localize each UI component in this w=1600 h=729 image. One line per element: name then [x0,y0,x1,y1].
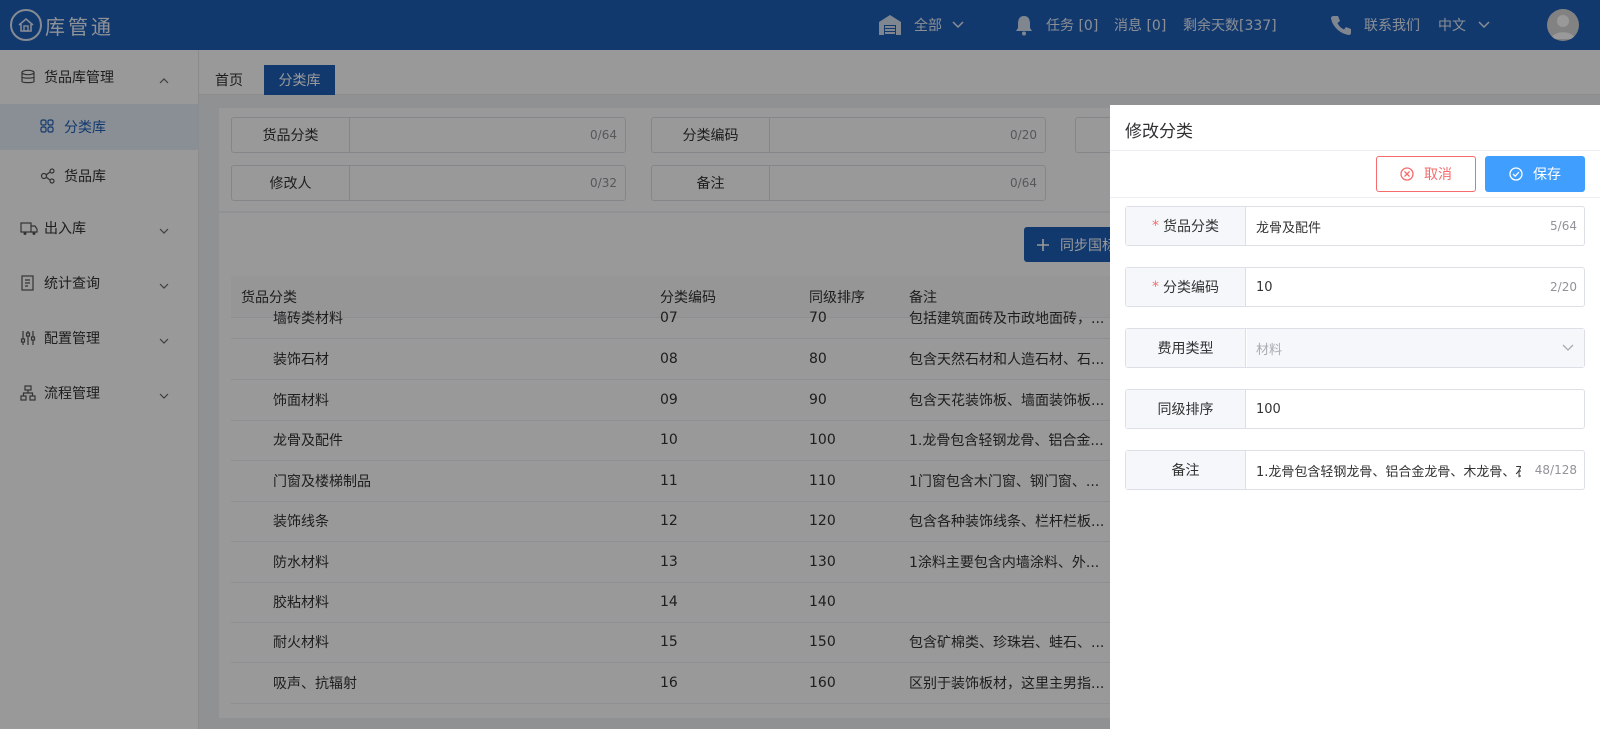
cost-type-select[interactable]: 材料 [1256,329,1282,367]
sibling-sort-field[interactable]: 同级排序 100 [1125,389,1585,429]
chevron-down-icon [1562,344,1574,352]
drawer-title: 修改分类 [1125,122,1193,142]
save-button[interactable]: 保存 [1485,156,1585,192]
field-label: * 分类编码 [1126,268,1246,306]
disabled-background [1247,329,1584,367]
field-label: 备注 [1126,451,1246,489]
remark-field[interactable]: 备注 1.龙骨包含轻钢龙骨、铝合金龙骨、木龙骨、石膏 48/128 [1125,450,1585,490]
char-count: 48/128 [1530,463,1577,477]
cost-type-field[interactable]: 费用类型 材料 [1125,328,1585,368]
char-count: 2/20 [1546,280,1577,294]
divider [1110,197,1600,198]
close-circle-icon [1400,167,1414,181]
required-mark: * [1152,218,1159,234]
category-name-input[interactable]: 龙骨及配件 [1256,207,1321,245]
char-count: 5/64 [1546,219,1577,233]
field-label: 同级排序 [1126,390,1246,428]
save-label: 保存 [1533,167,1561,183]
edit-category-drawer: 修改分类 取消 保存 * 货品分类 龙骨及配件 5/64 * 分类编码 10 2/2… [1110,105,1600,729]
sibling-sort-input[interactable]: 100 [1256,390,1281,428]
cancel-button[interactable]: 取消 [1376,156,1476,192]
remark-input[interactable]: 1.龙骨包含轻钢龙骨、铝合金龙骨、木龙骨、石膏 [1256,451,1521,489]
category-code-input[interactable]: 10 [1256,268,1273,306]
cancel-label: 取消 [1424,167,1452,183]
field-label: 费用类型 [1126,329,1246,367]
check-circle-icon [1509,167,1523,181]
divider [1110,150,1600,151]
field-label: * 货品分类 [1126,207,1246,245]
required-mark: * [1152,279,1159,295]
category-code-field[interactable]: * 分类编码 10 2/20 [1125,267,1585,307]
category-name-field[interactable]: * 货品分类 龙骨及配件 5/64 [1125,206,1585,246]
